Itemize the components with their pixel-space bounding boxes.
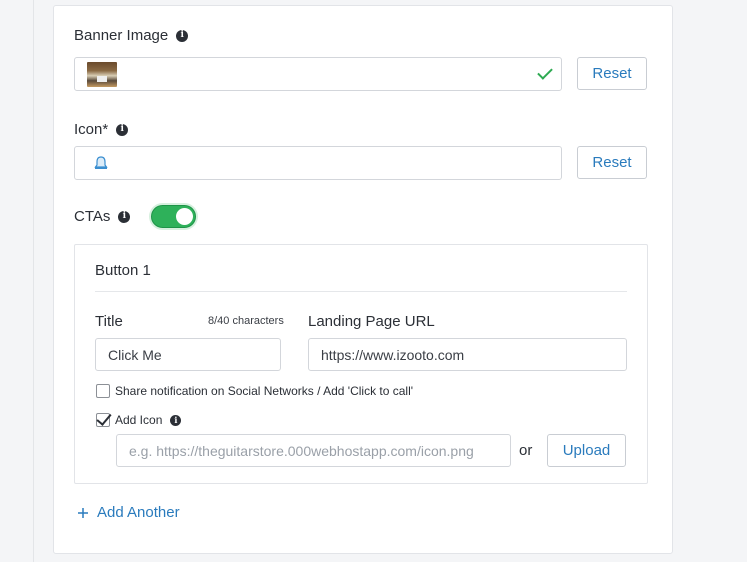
icon-url-placeholder: e.g. https://theguitarstore.000webhostap… (129, 442, 474, 459)
title-label: Title (95, 313, 123, 330)
add-icon-checkbox[interactable] (96, 413, 110, 427)
ctas-label-row: CTAs i (74, 208, 131, 225)
ctas-toggle[interactable] (151, 205, 196, 228)
icon-label: Icon* (74, 121, 109, 138)
cta-title-input[interactable]: Click Me (95, 338, 281, 371)
info-icon[interactable]: i (118, 210, 131, 223)
toggle-knob (176, 208, 193, 225)
settings-card: Banner Image i Reset Icon* i Reset CTAs … (53, 5, 673, 554)
char-count: 8/40 characters (208, 315, 284, 327)
banner-image-label: Banner Image (74, 27, 169, 44)
landing-url-label: Landing Page URL (308, 313, 435, 330)
upload-button[interactable]: Upload (547, 434, 626, 467)
share-checkbox[interactable] (96, 384, 110, 398)
icon-label-row: Icon* i (74, 121, 129, 138)
icon-url-input[interactable]: e.g. https://theguitarstore.000webhostap… (116, 434, 511, 467)
share-label: Share notification on Social Networks / … (115, 384, 414, 398)
cta-title-value: Click Me (108, 346, 162, 363)
add-another-button[interactable]: Add Another (77, 504, 180, 521)
landing-url-input[interactable]: https://www.izooto.com (308, 338, 627, 371)
landing-url-value: https://www.izooto.com (321, 346, 465, 363)
add-icon-row: Add Icon i (96, 413, 182, 427)
info-icon[interactable]: i (170, 414, 182, 426)
info-icon[interactable]: i (116, 123, 129, 136)
banner-image-thumbnail (87, 61, 117, 87)
add-icon-label: Add Icon (115, 413, 163, 427)
banner-image-field[interactable] (74, 57, 562, 91)
banner-reset-button[interactable]: Reset (577, 57, 647, 90)
icon-field[interactable] (74, 146, 562, 180)
button-heading: Button 1 (95, 262, 151, 279)
cta-button-panel: Button 1 Title 8/40 characters Click Me … (74, 244, 648, 484)
icon-reset-button[interactable]: Reset (577, 146, 647, 179)
or-label: or (519, 442, 533, 459)
divider (95, 291, 627, 292)
check-icon (537, 64, 553, 80)
bell-icon (94, 156, 108, 169)
left-rail (0, 0, 34, 562)
info-icon[interactable]: i (176, 29, 189, 42)
banner-image-label-row: Banner Image i (74, 27, 189, 44)
add-another-label: Add Another (97, 504, 180, 521)
share-option-row: Share notification on Social Networks / … (96, 384, 413, 398)
plus-icon (78, 507, 88, 518)
ctas-label: CTAs (74, 208, 111, 225)
